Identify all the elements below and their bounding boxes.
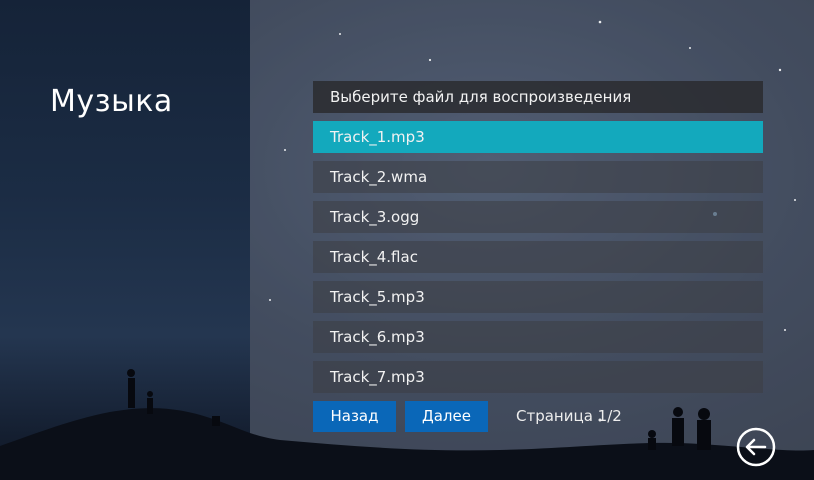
back-button[interactable]: Назад — [313, 401, 396, 432]
page-indicator: Страница 1/2 — [516, 407, 622, 425]
file-item[interactable]: Track_3.ogg — [313, 201, 763, 233]
file-list: Выберите файл для воспроизведения Track_… — [313, 81, 763, 401]
return-arrow-icon — [736, 427, 776, 467]
file-item[interactable]: Track_1.mp3 — [313, 121, 763, 153]
file-list-header: Выберите файл для воспроизведения — [313, 81, 763, 113]
next-button[interactable]: Далее — [405, 401, 488, 432]
file-item[interactable]: Track_4.flac — [313, 241, 763, 273]
return-button[interactable] — [734, 425, 778, 469]
file-item[interactable]: Track_5.mp3 — [313, 281, 763, 313]
music-screen: Музыка Выберите файл для воспроизведения… — [0, 0, 814, 480]
file-item[interactable]: Track_2.wma — [313, 161, 763, 193]
file-item[interactable]: Track_6.mp3 — [313, 321, 763, 353]
file-item[interactable]: Track_7.mp3 — [313, 361, 763, 393]
page-title: Музыка — [50, 84, 173, 119]
